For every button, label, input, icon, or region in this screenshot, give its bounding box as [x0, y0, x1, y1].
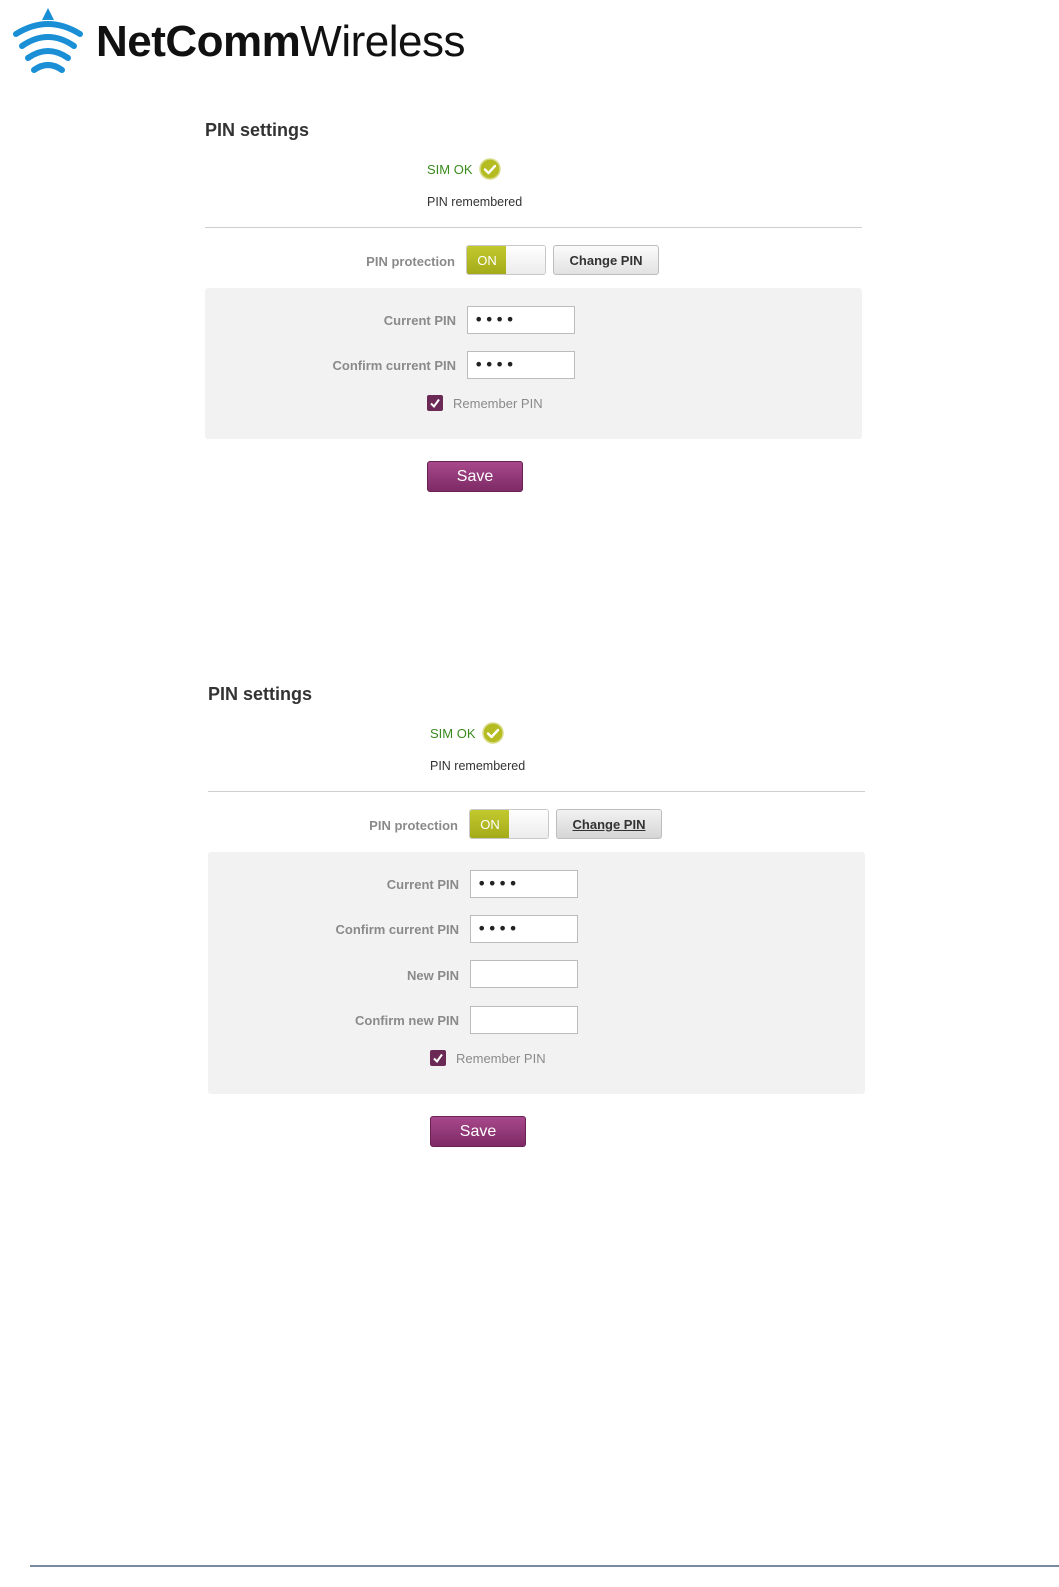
pin-form: Current PIN •••• Confirm current PIN •••…	[208, 852, 865, 1094]
page-title: PIN settings	[208, 684, 313, 704]
toggle-knob	[509, 810, 548, 838]
footer-divider	[30, 1565, 1059, 1567]
pin-status-text: PIN remembered	[427, 195, 523, 209]
change-pin-button[interactable]: Change PIN	[556, 809, 662, 839]
checkmark-icon	[430, 398, 440, 409]
confirm-current-pin-label: Confirm current PIN	[335, 922, 459, 937]
confirm-current-pin-label: Confirm current PIN	[332, 358, 456, 373]
wifi-antenna-icon	[13, 8, 83, 73]
brand-name: NetCommWireless	[96, 20, 465, 64]
confirm-new-pin-input[interactable]	[470, 1006, 578, 1034]
current-pin-label: Current PIN	[386, 877, 459, 892]
check-circle-icon	[478, 158, 501, 180]
new-pin-label: New PIN	[406, 968, 459, 983]
pin-protection-label: PIN protection	[366, 254, 455, 269]
sim-status: SIM OK	[427, 158, 501, 180]
change-pin-button[interactable]: Change PIN	[553, 245, 659, 275]
brand-name-light: Wireless	[300, 17, 465, 66]
toggle-knob	[506, 246, 545, 274]
brand-name-bold: NetComm	[96, 17, 301, 66]
divider	[208, 791, 865, 792]
remember-pin-option[interactable]: Remember PIN	[430, 1050, 546, 1066]
pin-protection-toggle[interactable]: ON	[469, 809, 549, 839]
pin-protection-label: PIN protection	[369, 818, 458, 833]
brand-logo: NetCommWireless	[10, 6, 465, 78]
pin-protection-toggle[interactable]: ON	[466, 245, 546, 275]
current-pin-input[interactable]: ••••	[467, 306, 575, 334]
save-button[interactable]: Save	[427, 461, 523, 492]
sim-status-text: SIM OK	[427, 161, 473, 177]
save-button[interactable]: Save	[430, 1116, 526, 1147]
pin-status-text: PIN remembered	[430, 759, 526, 773]
divider	[205, 227, 862, 228]
new-pin-input[interactable]	[470, 960, 578, 988]
page-title: PIN settings	[205, 120, 310, 140]
sim-status: SIM OK	[430, 722, 504, 744]
confirm-current-pin-input[interactable]: ••••	[470, 915, 578, 943]
remember-pin-option[interactable]: Remember PIN	[427, 395, 543, 411]
remember-pin-checkbox[interactable]	[430, 1050, 446, 1066]
checkmark-icon	[433, 1053, 443, 1064]
toggle-on-label: ON	[470, 810, 510, 838]
sim-status-text: SIM OK	[430, 725, 476, 741]
toggle-on-label: ON	[467, 246, 507, 274]
current-pin-input[interactable]: ••••	[470, 870, 578, 898]
check-circle-icon	[481, 722, 504, 744]
remember-pin-label: Remember PIN	[456, 1050, 546, 1066]
remember-pin-checkbox[interactable]	[427, 395, 443, 411]
confirm-current-pin-input[interactable]: ••••	[467, 351, 575, 379]
pin-form: Current PIN •••• Confirm current PIN •••…	[205, 288, 862, 439]
current-pin-label: Current PIN	[383, 313, 456, 328]
confirm-new-pin-label: Confirm new PIN	[354, 1013, 459, 1028]
remember-pin-label: Remember PIN	[453, 395, 543, 411]
